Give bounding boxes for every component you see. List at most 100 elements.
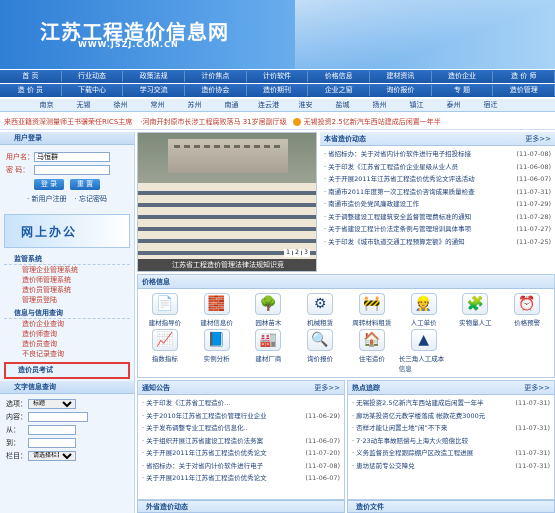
price-tile[interactable]: 🧩 实物量人工 bbox=[451, 293, 501, 327]
news-item[interactable]: · 南通市2011年度第一次工程造价咨询成果质量检查 (11-07-31) bbox=[324, 186, 551, 199]
other-province-header[interactable]: 外省造价动态 bbox=[137, 500, 345, 513]
reset-button[interactable]: 重 置 bbox=[70, 179, 100, 190]
nav-item[interactable]: 造价企业 bbox=[432, 71, 494, 82]
online-office-banner[interactable]: 网上办公 bbox=[4, 214, 130, 248]
news-item[interactable]: · 关于印发《江苏省工程造价企业星级从业人员 (11-06-08) bbox=[324, 161, 551, 174]
nav-item[interactable]: 价格信息 bbox=[308, 71, 371, 82]
password-field[interactable] bbox=[34, 165, 110, 175]
to-date-field[interactable] bbox=[28, 438, 76, 448]
city-link[interactable]: 无锡 bbox=[65, 100, 102, 110]
city-link[interactable]: 常州 bbox=[139, 100, 176, 110]
price-tile[interactable]: 🚧 周转材料租赁 bbox=[347, 293, 397, 327]
hot-item[interactable]: · 廊坊某投资亿元教学楼落成 帐款花费3000元 bbox=[352, 410, 550, 423]
news-item[interactable]: · 关于开展2011年江苏省工程造价优秀论文评选活动 (11-06-07) bbox=[324, 173, 551, 186]
more-link[interactable]: 更多>> bbox=[524, 383, 550, 393]
nav-item[interactable]: 造 价 师 bbox=[493, 71, 555, 82]
price-tile[interactable]: ⏰ 价格预警 bbox=[502, 293, 552, 327]
system-link[interactable]: 造价员管理系统 bbox=[22, 285, 130, 295]
query-link[interactable]: 造价师查询 bbox=[22, 329, 130, 339]
price-tile[interactable]: 🏭 建材厂商 bbox=[244, 329, 294, 373]
slide-page[interactable]: 2 bbox=[293, 249, 301, 257]
city-link[interactable]: 连云港 bbox=[250, 100, 287, 110]
nav-item[interactable]: 造价管理 bbox=[493, 85, 555, 96]
type-select[interactable]: 标题 bbox=[28, 399, 76, 409]
ticker-item[interactable]: ·河南开封原市长涉工程腐败落马 31岁居副厅级 bbox=[140, 117, 286, 127]
price-tile[interactable]: 🔍 询价报价 bbox=[295, 329, 345, 373]
nav-item[interactable]: 政策法规 bbox=[123, 71, 186, 82]
nav-item[interactable]: 学习交流 bbox=[123, 85, 186, 96]
ticker-item[interactable]: 无锡投资2.5亿新汽车西站建成后闲置一年半 bbox=[304, 117, 441, 127]
price-tile[interactable]: 📘 实例分析 bbox=[192, 329, 242, 373]
nav-item[interactable]: 造价期刊 bbox=[247, 85, 309, 96]
notice-item[interactable]: · 关于开展2011年江苏省工程造价优秀论文 (11-06-07) bbox=[142, 472, 340, 485]
ticker-item[interactable]: 来西亚籍资深测量师王书骥荣任RICS主席 bbox=[4, 117, 132, 127]
query-link[interactable]: 造价企业查询 bbox=[22, 319, 130, 329]
city-link[interactable]: 淮安 bbox=[287, 100, 324, 110]
nav-item[interactable]: 建材资讯 bbox=[370, 71, 432, 82]
notice-item[interactable]: · 省招标办：关于对省内计价软件进行电子 (11-07-08) bbox=[142, 460, 340, 473]
hot-item[interactable]: · 否样才能让闲置土地“闲”不下来 (11-07-31) bbox=[352, 422, 550, 435]
from-date-field[interactable] bbox=[28, 425, 76, 435]
city-link[interactable]: 盐城 bbox=[324, 100, 361, 110]
content-field[interactable] bbox=[28, 412, 88, 422]
news-item[interactable]: · 关于省建设工程计价法定条例与管理培训具体事项 (11-07-27) bbox=[324, 223, 551, 236]
slide-page[interactable]: 3 bbox=[302, 249, 310, 257]
city-link[interactable]: 泰州 bbox=[435, 100, 472, 110]
nav-item[interactable]: 专 题 bbox=[432, 85, 494, 96]
photo-caption[interactable]: 江苏省工程造价管理法律法规知识竞 bbox=[138, 259, 316, 271]
exam-link[interactable]: 造价员考试 bbox=[4, 362, 130, 379]
notice-item[interactable]: · 关于发布调整专业工程造价信息化.. bbox=[142, 422, 340, 435]
city-link[interactable]: 苏州 bbox=[176, 100, 213, 110]
query-link[interactable]: 造价员查询 bbox=[22, 339, 130, 349]
notice-item[interactable]: · 关于2010年江苏省工程造价管理行业企业 (11-06-29) bbox=[142, 410, 340, 423]
slide-page[interactable]: 1 bbox=[284, 249, 292, 257]
city-link[interactable]: 南通 bbox=[213, 100, 250, 110]
city-link[interactable]: 徐州 bbox=[102, 100, 139, 110]
notice-item[interactable]: · 关于组织开展江苏省建设工程造价法务案 (11-06-07) bbox=[142, 435, 340, 448]
price-tile[interactable]: 🌳 园林苗木 bbox=[244, 293, 294, 327]
register-link[interactable]: · 新用户注册 bbox=[27, 194, 66, 204]
city-link[interactable]: 南京 bbox=[28, 100, 65, 110]
more-link[interactable]: 更多>> bbox=[525, 134, 551, 144]
hot-item[interactable]: · 患坊惩前专公交障兑 (11-07-31) bbox=[352, 460, 550, 473]
nav-item[interactable]: 首 页 bbox=[0, 71, 62, 82]
nav-item[interactable]: 造价协会 bbox=[185, 85, 247, 96]
cost-documents-header[interactable]: 造价文件 bbox=[347, 500, 555, 513]
nav-item[interactable]: 造 价 员 bbox=[0, 85, 62, 96]
system-link[interactable]: 造价师管理系统 bbox=[22, 275, 130, 285]
username-field[interactable] bbox=[34, 152, 110, 162]
login-button[interactable]: 登 录 bbox=[34, 179, 64, 190]
price-tile[interactable]: 📄 建材指导价 bbox=[140, 293, 190, 327]
nav-item[interactable]: 行业动态 bbox=[62, 71, 124, 82]
hot-item[interactable]: · 义务监督员全程跟踪棚户区改造工程进展 (11-07-31) bbox=[352, 447, 550, 460]
news-item[interactable]: · 关于调整建设工程建筑安全监督管理费标准的通知 (11-07-28) bbox=[324, 211, 551, 224]
column-select[interactable]: 请选择栏目 bbox=[28, 451, 76, 461]
price-tile[interactable]: 📈 指数指标 bbox=[140, 329, 190, 373]
price-tile[interactable]: 👷 人工单价 bbox=[399, 293, 449, 327]
price-tile[interactable]: ⚙ 机械租赁 bbox=[295, 293, 345, 327]
system-link[interactable]: 管理企业管理系统 bbox=[22, 265, 130, 275]
hot-item[interactable]: · 7·23动车事故赔偿与上海大火赔偿比较 bbox=[352, 435, 550, 448]
notice-item[interactable]: · 关于开展2011年江苏省工程造价优秀论文 (11-07-20) bbox=[142, 447, 340, 460]
news-item[interactable]: · 关于印发《城市轨道交通工程预算定额》的通知 (11-07-25) bbox=[324, 236, 551, 249]
nav-item[interactable]: 计价软件 bbox=[247, 71, 309, 82]
hot-item[interactable]: · 无锡投资2.5亿新汽车西站建成后闲置一年半 (11-07-31) bbox=[352, 397, 550, 410]
nav-item[interactable]: 计价焦点 bbox=[185, 71, 247, 82]
more-link[interactable]: 更多>> bbox=[314, 383, 340, 393]
nav-item[interactable]: 下载中心 bbox=[62, 85, 124, 96]
city-link[interactable]: 宿迁 bbox=[472, 100, 509, 110]
city-link[interactable]: 扬州 bbox=[361, 100, 398, 110]
price-tile[interactable]: 🧱 建材信息价 bbox=[192, 293, 242, 327]
price-tile[interactable]: 🏠 住宅造价 bbox=[347, 329, 397, 373]
price-tile[interactable]: ▲ 长三角人工成本信息 bbox=[399, 329, 449, 373]
forgot-password-link[interactable]: · 忘记密码 bbox=[75, 194, 107, 204]
nav-item[interactable]: 企业之窗 bbox=[308, 85, 371, 96]
system-link[interactable]: 管理员登陆 bbox=[22, 295, 130, 305]
featured-photo[interactable]: 1 2 3 江苏省工程造价管理法律法规知识竞 bbox=[137, 132, 317, 272]
city-link[interactable]: 镇江 bbox=[398, 100, 435, 110]
notice-item[interactable]: · 关于印发《江苏省工程造价... bbox=[142, 397, 340, 410]
news-item[interactable]: · 省招标办：关于对省内计价软件进行电子招投标接 (11-07-08) bbox=[324, 148, 551, 161]
nav-item[interactable]: 询价报价 bbox=[370, 85, 432, 96]
query-link[interactable]: 不良记录查询 bbox=[22, 349, 130, 359]
news-item[interactable]: · 南通市造价处党风廉政建设工作 (11-07-29) bbox=[324, 198, 551, 211]
